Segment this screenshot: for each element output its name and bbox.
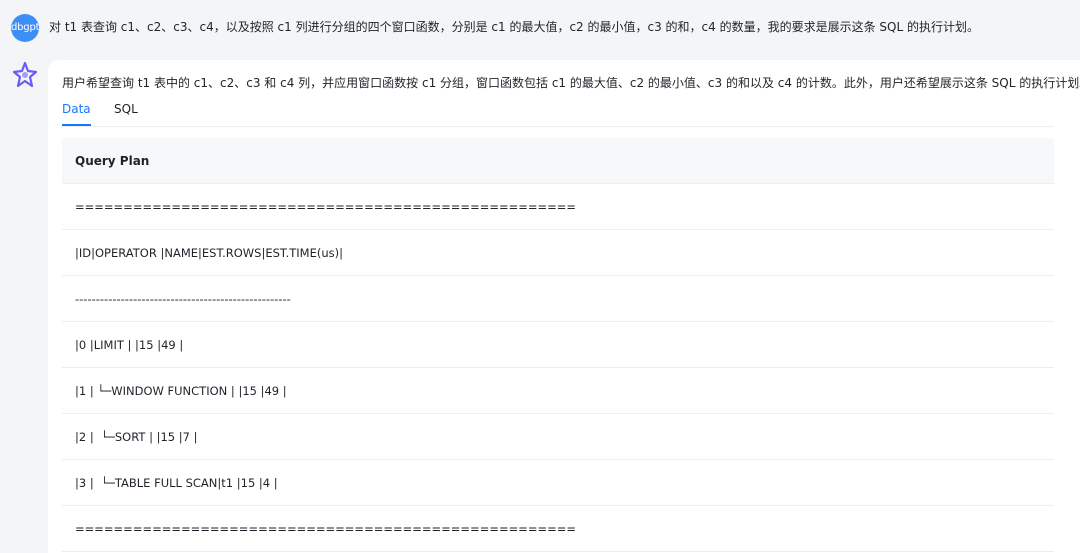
- query-plan-table: Query Plan =============================…: [62, 138, 1054, 552]
- tab-sql[interactable]: SQL: [114, 100, 138, 118]
- table-row: |2 | └─SORT | |15 |7 |: [62, 414, 1054, 460]
- table-row: |3 | └─TABLE FULL SCAN|t1 |15 |4 |: [62, 460, 1054, 506]
- chat-page: dbgpt 对 t1 表查询 c1、c2、c3、c4，以及按照 c1 列进行分组…: [0, 0, 1080, 553]
- user-avatar: dbgpt: [11, 14, 39, 42]
- sparkle-logo-icon: [10, 60, 40, 90]
- user-message-row: dbgpt 对 t1 表查询 c1、c2、c3、c4，以及按照 c1 列进行分组…: [0, 0, 1080, 56]
- user-message-text: 对 t1 表查询 c1、c2、c3、c4，以及按照 c1 列进行分组的四个窗口函…: [49, 20, 979, 34]
- table-row: |ID|OPERATOR |NAME|EST.ROWS|EST.TIME(us)…: [62, 230, 1054, 276]
- result-tabs: Data SQL: [62, 98, 1054, 127]
- table-row: ========================================…: [62, 506, 1054, 552]
- table-row: |1 | └─WINDOW FUNCTION | |15 |49 |: [62, 368, 1054, 414]
- tab-data[interactable]: Data: [62, 100, 91, 126]
- table-row: ========================================…: [62, 184, 1054, 230]
- assistant-summary-text: 用户希望查询 t1 表中的 c1、c2、c3 和 c4 列，并应用窗口函数按 c…: [62, 76, 1080, 90]
- table-header: Query Plan: [62, 138, 1054, 184]
- table-row: ----------------------------------------…: [62, 276, 1054, 322]
- table-row: |0 |LIMIT | |15 |49 |: [62, 322, 1054, 368]
